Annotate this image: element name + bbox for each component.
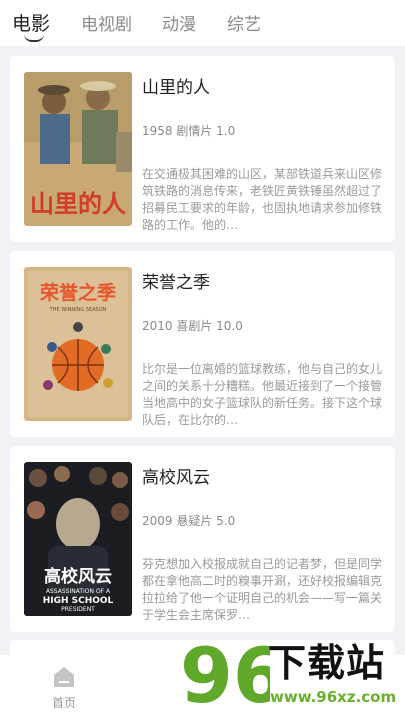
movie-meta: 2010 喜剧片 10.0	[142, 319, 243, 333]
category-tab-bar: 电影 电视剧 动漫 综艺	[0, 0, 405, 46]
movie-card[interactable]: 山里的人 山里的人 1958 剧情片 1.0 在交通极其困难的山区，某部铁道兵来…	[10, 56, 395, 242]
poster-title-text: 高校风云	[44, 566, 112, 587]
movie-description: 在交通极其困难的山区，某部铁道兵来山区修筑铁路的消息传来，老铁匠黄铁锤虽然超过了…	[142, 167, 382, 232]
active-tab-indicator	[24, 34, 44, 42]
tab-anime[interactable]: 动漫	[162, 10, 196, 35]
site-watermark: 96 96 下载站 www.96xz.com	[178, 630, 405, 715]
movie-description: 比尔是一位离婚的篮球教练，他与自己的女儿之间的关系十分糟糕。他最近接到了一个接管…	[142, 362, 382, 427]
tab-tv-series[interactable]: 电视剧	[81, 10, 132, 35]
movie-poster: 高校风云 ASSASSINATION OF A HIGH SCHOOL PRES…	[24, 462, 132, 616]
tab-movies[interactable]: 电影	[12, 9, 50, 36]
movie-description: 芬克想加入校报成就自己的记者梦，但是同学都在拿他高二时的糗事开涮，还好校报编辑克…	[142, 557, 382, 622]
svg-text:96: 96	[180, 631, 270, 715]
poster-subtitle-text: HIGH SCHOOL	[43, 596, 114, 606]
poster-title-text: 山里的人	[30, 190, 126, 218]
watermark-logo-icon: 96 96	[178, 630, 270, 715]
poster-subtitle-text: ASSASSINATION OF A	[46, 588, 111, 595]
poster-subtitle-text: PRESIDENT	[61, 606, 95, 613]
watermark-url: www.96xz.com	[270, 688, 397, 706]
movie-title: 山里的人	[142, 78, 210, 98]
poster-subtitle-text: THE WINNING SEASON	[49, 307, 107, 313]
movie-card[interactable]: 高校风云 ASSASSINATION OF A HIGH SCHOOL PRES…	[10, 446, 395, 632]
movie-meta: 1958 剧情片 1.0	[142, 124, 236, 138]
home-icon	[54, 667, 74, 687]
movie-title: 荣誉之季	[142, 273, 210, 293]
movie-card[interactable]: 荣誉之季 THE WINNING SEASON 荣誉之季 2010 喜剧片 10…	[10, 251, 395, 437]
tab-variety[interactable]: 综艺	[227, 10, 261, 35]
movie-poster: 荣誉之季 THE WINNING SEASON	[24, 267, 132, 421]
poster-title-text: 荣誉之季	[39, 281, 116, 304]
watermark-brand: 下载站	[268, 641, 386, 685]
nav-item-home[interactable]: 首页	[44, 663, 84, 711]
movie-meta: 2009 悬疑片 5.0	[142, 514, 236, 528]
nav-home-label: 首页	[52, 696, 77, 710]
movie-title: 高校风云	[142, 468, 210, 488]
movie-poster: 山里的人	[24, 72, 132, 226]
